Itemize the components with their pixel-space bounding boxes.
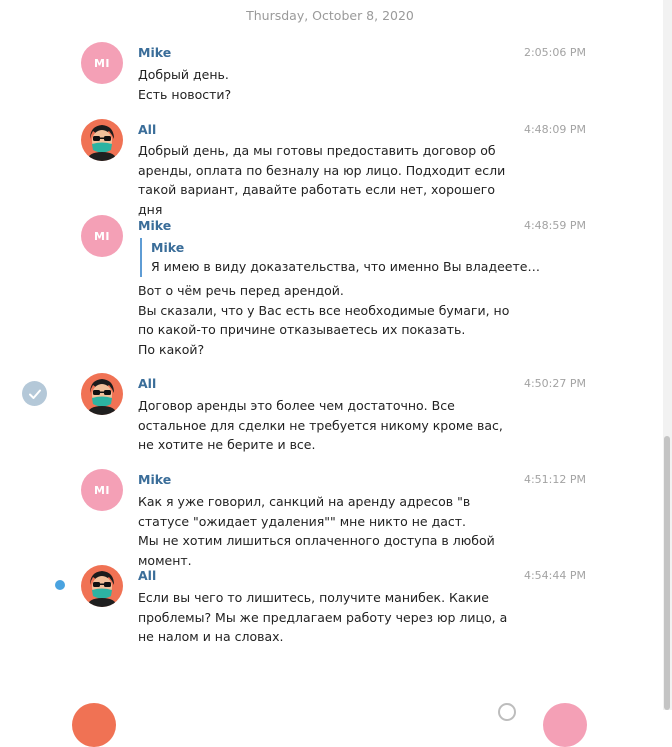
avatar[interactable]: MI (81, 469, 123, 511)
date-header: Thursday, October 8, 2020 (246, 8, 414, 23)
avatar[interactable] (81, 119, 123, 161)
sender-name[interactable]: All (138, 122, 156, 137)
sender-name[interactable]: All (138, 376, 156, 391)
sender-name[interactable]: Mike (138, 218, 171, 233)
masked-man-avatar-icon (87, 379, 117, 415)
sender-name[interactable]: Mike (138, 472, 171, 487)
message-text: Если вы чего то лишитесь, получите маниб… (138, 590, 508, 644)
message-text: Вот о чём речь перед арендой. Вы сказали… (138, 283, 510, 357)
message-text: Как я уже говорил, санкций на аренду адр… (138, 494, 495, 568)
message-time: 4:48:59 PM (523, 219, 586, 232)
unread-indicator (55, 580, 65, 590)
avatar[interactable]: MI (81, 215, 123, 257)
masked-man-avatar-icon (87, 125, 117, 161)
sender-name[interactable]: All (138, 568, 156, 583)
reply-sender: Mike (151, 240, 185, 255)
scrollbar-thumb[interactable] (664, 436, 670, 710)
message-text: Добрый день, да мы готовы предоставить д… (138, 143, 506, 217)
message-time: 4:48:09 PM (523, 123, 586, 136)
checkmark-icon (28, 389, 41, 399)
avatar[interactable]: MI (81, 42, 123, 84)
message-time: 4:50:27 PM (523, 377, 586, 390)
message-time: 4:51:12 PM (523, 473, 586, 486)
avatar[interactable] (81, 373, 123, 415)
message-time: 2:05:06 PM (523, 46, 586, 59)
reply-text: Я имею в виду доказательства, что именно… (151, 259, 541, 274)
selected-check-badge[interactable] (22, 381, 47, 406)
message-text: Договор аренды это более чем достаточно.… (138, 398, 503, 452)
partial-icon (498, 703, 516, 721)
sender-name[interactable]: Mike (138, 45, 171, 60)
message-text: Добрый день. Есть новости? (138, 67, 232, 102)
reply-quote[interactable]: Mike Я имею в виду доказательства, что и… (140, 238, 541, 277)
masked-man-avatar-icon (87, 571, 117, 607)
avatar[interactable] (81, 565, 123, 607)
message-time: 4:54:44 PM (523, 569, 586, 582)
